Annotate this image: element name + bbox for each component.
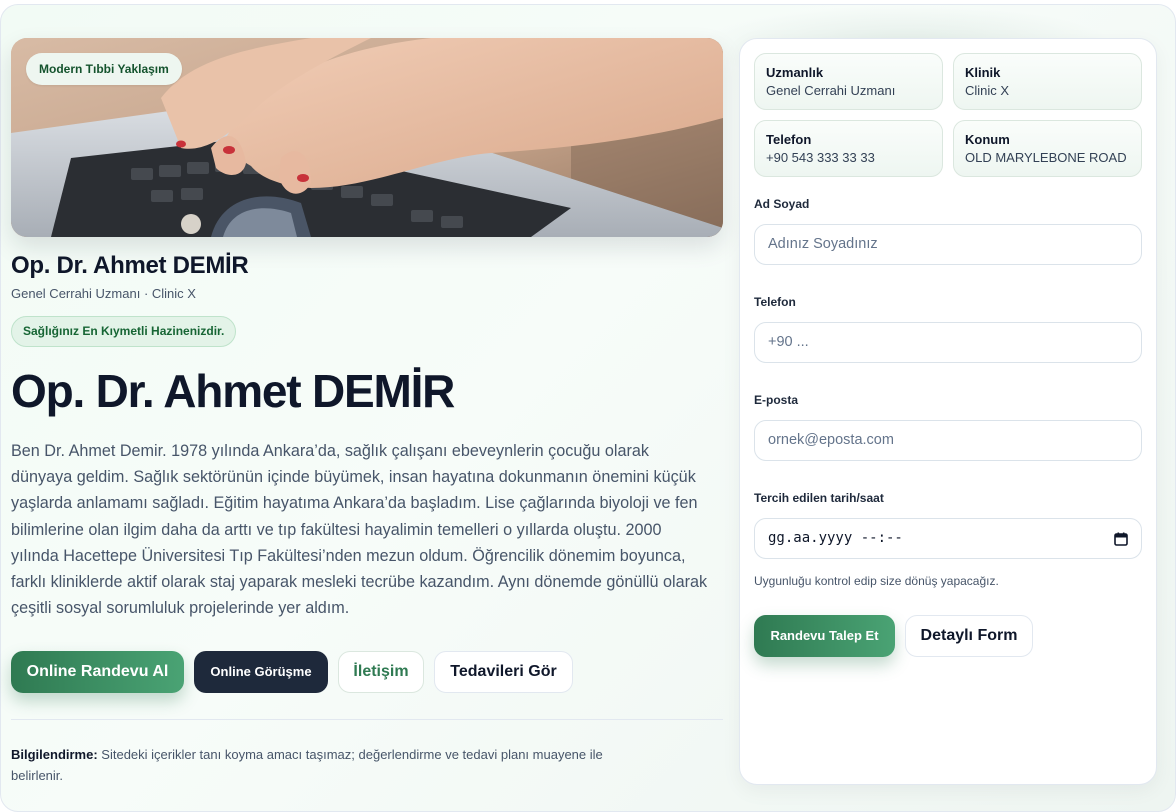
request-appointment-button[interactable]: Randevu Talep Et: [754, 615, 895, 657]
name-input[interactable]: Adınız Soyadınız: [754, 224, 1142, 265]
info-card-value: Genel Cerrahi Uzmanı: [766, 83, 896, 98]
disclaimer-notice: Bilgilendirme: Sitedeki içerikler tanı k…: [11, 744, 611, 786]
doctor-bio: Ben Dr. Ahmet Demir. 1978 yılında Ankara…: [11, 442, 708, 618]
datetime-input[interactable]: gg.aa.yyyy --:--: [754, 518, 1142, 559]
detailed-form-button[interactable]: Detaylı Form: [905, 615, 1033, 657]
doctor-subtitle: Genel Cerrahi Uzmanı · Clinic X: [11, 286, 196, 301]
online-appointment-button[interactable]: Online Randevu Al: [11, 651, 184, 693]
info-card-key: Uzmanlık: [766, 65, 824, 80]
calendar-icon[interactable]: [1114, 532, 1128, 546]
contact-button[interactable]: İletişim: [338, 651, 424, 693]
hero-badge: Modern Tıbbi Yaklaşım: [26, 53, 182, 85]
info-card-phone: Telefon +90 543 333 33 33: [754, 120, 943, 177]
disclaimer-text: Sitedeki içerikler tanı koyma amacı taşı…: [11, 747, 603, 783]
disclaimer-label: Bilgilendirme:: [11, 747, 98, 762]
page-title: Op. Dr. Ahmet DEMİR: [11, 365, 455, 417]
info-card-value: Clinic X: [965, 83, 1010, 98]
info-card-key: Konum: [965, 132, 1010, 147]
form-hint: Uygunluğu kontrol edip size dönüş yapaca…: [754, 574, 999, 588]
hero-image: Modern Tıbbi Yaklaşım: [11, 38, 723, 237]
datetime-label: Tercih edilen tarih/saat: [754, 491, 884, 505]
info-card-key: Telefon: [766, 132, 812, 147]
motto-badge: Sağlığınız En Kıymetli Hazinenizdir.: [11, 316, 237, 347]
info-card-clinic: Klinik Clinic X: [953, 53, 1142, 110]
info-card-location: Konum OLD MARYLEBONE ROAD: [953, 120, 1142, 177]
info-card-key: Klinik: [965, 65, 1001, 80]
email-input[interactable]: ornek@eposta.com: [754, 420, 1142, 461]
info-card-value: OLD MARYLEBONE ROAD: [965, 150, 1127, 165]
doctor-name: Op. Dr. Ahmet DEMİR: [11, 252, 249, 279]
datetime-value: gg.aa.yyyy --:--: [768, 530, 903, 546]
phone-label: Telefon: [754, 295, 796, 309]
phone-input[interactable]: +90 ...: [754, 322, 1142, 363]
name-label: Ad Soyad: [754, 197, 810, 211]
view-treatments-button[interactable]: Tedavileri Gör: [434, 651, 573, 693]
info-card-value: +90 543 333 33 33: [766, 150, 875, 165]
email-label: E-posta: [754, 393, 799, 407]
divider: [11, 719, 723, 720]
online-meeting-button[interactable]: Online Görüşme: [194, 651, 328, 693]
info-card-specialty: Uzmanlık Genel Cerrahi Uzmanı: [754, 53, 943, 110]
